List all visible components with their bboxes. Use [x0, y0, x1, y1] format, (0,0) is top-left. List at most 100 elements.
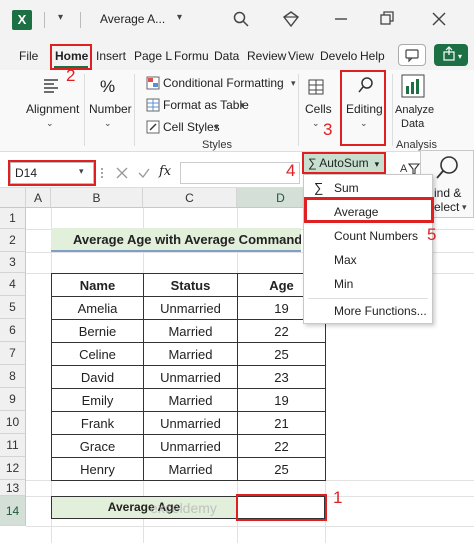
header-status[interactable]: Status — [143, 273, 238, 297]
document-title-chevron-icon[interactable]: ▾ — [177, 12, 182, 23]
row-header-6[interactable]: 6 — [0, 319, 26, 342]
sigma-icon: ∑ — [314, 180, 324, 195]
cell-status[interactable]: Married — [143, 342, 238, 366]
tab-review[interactable]: Review — [247, 49, 286, 63]
insert-function-icon[interactable]: fx — [159, 164, 171, 179]
conditional-formatting-chevron-icon[interactable]: ▾ — [291, 78, 296, 89]
conditional-formatting-button[interactable]: Conditional Formatting — [163, 76, 284, 90]
row-header-8[interactable]: 8 — [0, 365, 26, 388]
cancel-entry-icon[interactable] — [115, 166, 129, 180]
cell-name[interactable]: Celine — [51, 342, 144, 366]
row-header-14[interactable]: 14 — [0, 496, 26, 526]
cell-name[interactable]: Bernie — [51, 319, 144, 343]
row-header-10[interactable]: 10 — [0, 411, 26, 434]
cell-name[interactable]: Amelia — [51, 296, 144, 320]
cell-styles-button[interactable]: Cell Styles — [163, 120, 220, 134]
row-header-9[interactable]: 9 — [0, 388, 26, 411]
cell-age[interactable]: 25 — [237, 457, 326, 481]
cell-age[interactable]: 25 — [237, 342, 326, 366]
row-header-1[interactable]: 1 — [0, 208, 26, 229]
cell-status[interactable]: Married — [143, 319, 238, 343]
highlight-target-cell — [236, 494, 327, 521]
cell-name[interactable]: Grace — [51, 434, 144, 458]
cell-status[interactable]: Married — [143, 457, 238, 481]
row-header-5[interactable]: 5 — [0, 296, 26, 319]
select-all-corner[interactable] — [0, 188, 26, 208]
cell-name[interactable]: David — [51, 365, 144, 389]
search-icon[interactable] — [232, 10, 250, 28]
menu-item-count-numbers[interactable]: Count Numbers — [334, 229, 418, 243]
alignment-chevron-icon[interactable]: ⌄ — [46, 118, 54, 129]
menu-item-more-functions[interactable]: More Functions... — [334, 304, 427, 318]
cell-status[interactable]: Married — [143, 388, 238, 412]
cells-chevron-icon[interactable]: ⌄ — [312, 118, 320, 129]
cell-status[interactable]: Unmarried — [143, 365, 238, 389]
quick-access-chevron-icon[interactable]: ▾ — [58, 12, 63, 23]
table-row: Grace Unmarried 22 — [51, 434, 326, 458]
table-row: Amelia Unmarried 19 — [51, 296, 326, 320]
share-button[interactable]: ▾ — [434, 44, 468, 66]
tab-view[interactable]: View — [288, 49, 314, 63]
cell-age[interactable]: 22 — [237, 434, 326, 458]
row-header-3[interactable]: 3 — [0, 252, 26, 273]
menu-separator — [308, 298, 428, 299]
tab-page-layout[interactable]: Page L — [134, 49, 172, 63]
menu-item-min[interactable]: Min — [334, 277, 353, 291]
cell-name[interactable]: Emily — [51, 388, 144, 412]
restore-icon[interactable] — [378, 10, 396, 28]
minimize-icon[interactable] — [332, 10, 350, 28]
data-table: Name Status Age Amelia Unmarried 19 Bern… — [51, 273, 326, 481]
cell-name[interactable]: Frank — [51, 411, 144, 435]
ribbon-separator — [298, 74, 299, 146]
formula-input[interactable] — [180, 162, 300, 184]
document-title[interactable]: Average A... — [100, 12, 165, 26]
row-header-13[interactable]: 13 — [0, 480, 26, 496]
cell-age[interactable]: 19 — [237, 388, 326, 412]
cell-status[interactable]: Unmarried — [143, 296, 238, 320]
title-separator — [80, 12, 81, 28]
alignment-button[interactable]: Alignment — [26, 102, 79, 116]
tab-file[interactable]: File — [19, 49, 38, 63]
find-search-icon — [436, 156, 458, 179]
svg-text:▾: ▾ — [458, 52, 462, 61]
row-header-12[interactable]: 12 — [0, 457, 26, 480]
cell-styles-chevron-icon[interactable]: ▾ — [214, 122, 219, 133]
cell-name[interactable]: Henry — [51, 457, 144, 481]
column-header-c[interactable]: C — [143, 188, 237, 208]
sheet-title-cell[interactable]: Average Age with Average Command — [51, 228, 301, 252]
format-as-table-button[interactable]: Format as Table — [163, 98, 249, 112]
find-select-chevron-icon[interactable]: ▾ — [462, 202, 467, 213]
tab-help[interactable]: Help — [360, 49, 385, 63]
cell-age[interactable]: 23 — [237, 365, 326, 389]
analyze-data-button[interactable]: Analyze — [395, 104, 434, 116]
number-chevron-icon[interactable]: ⌄ — [104, 118, 112, 129]
menu-item-sum[interactable]: Sum — [334, 181, 359, 195]
cell-status[interactable]: Unmarried — [143, 434, 238, 458]
table-header-row: Name Status Age — [51, 273, 326, 297]
cell-status[interactable]: Unmarried — [143, 411, 238, 435]
format-as-table-chevron-icon[interactable]: ▾ — [240, 100, 245, 111]
cell-styles-icon — [146, 120, 160, 134]
row-header-2[interactable]: 2 — [0, 229, 26, 252]
number-button[interactable]: Number — [89, 102, 132, 116]
cell-age[interactable]: 21 — [237, 411, 326, 435]
tab-data[interactable]: Data — [214, 49, 239, 63]
header-name[interactable]: Name — [51, 273, 144, 297]
diamond-premium-icon[interactable] — [282, 10, 300, 28]
tab-developer[interactable]: Develo — [320, 49, 357, 63]
column-header-a[interactable]: A — [26, 188, 51, 208]
close-icon[interactable] — [430, 10, 448, 28]
find-select-button[interactable]: ind & — [434, 186, 461, 200]
tab-formulas[interactable]: Formu — [174, 49, 209, 63]
highlight-editing-button — [340, 70, 386, 146]
row-header-11[interactable]: 11 — [0, 434, 26, 457]
tab-insert[interactable]: Insert — [96, 49, 126, 63]
table-row: Celine Married 25 — [51, 342, 326, 366]
column-header-b[interactable]: B — [51, 188, 143, 208]
menu-item-max[interactable]: Max — [334, 253, 357, 267]
confirm-entry-icon[interactable] — [137, 166, 151, 180]
comments-button[interactable] — [398, 44, 426, 66]
cells-button[interactable]: Cells — [305, 102, 332, 116]
row-header-7[interactable]: 7 — [0, 342, 26, 365]
row-header-4[interactable]: 4 — [0, 273, 26, 296]
